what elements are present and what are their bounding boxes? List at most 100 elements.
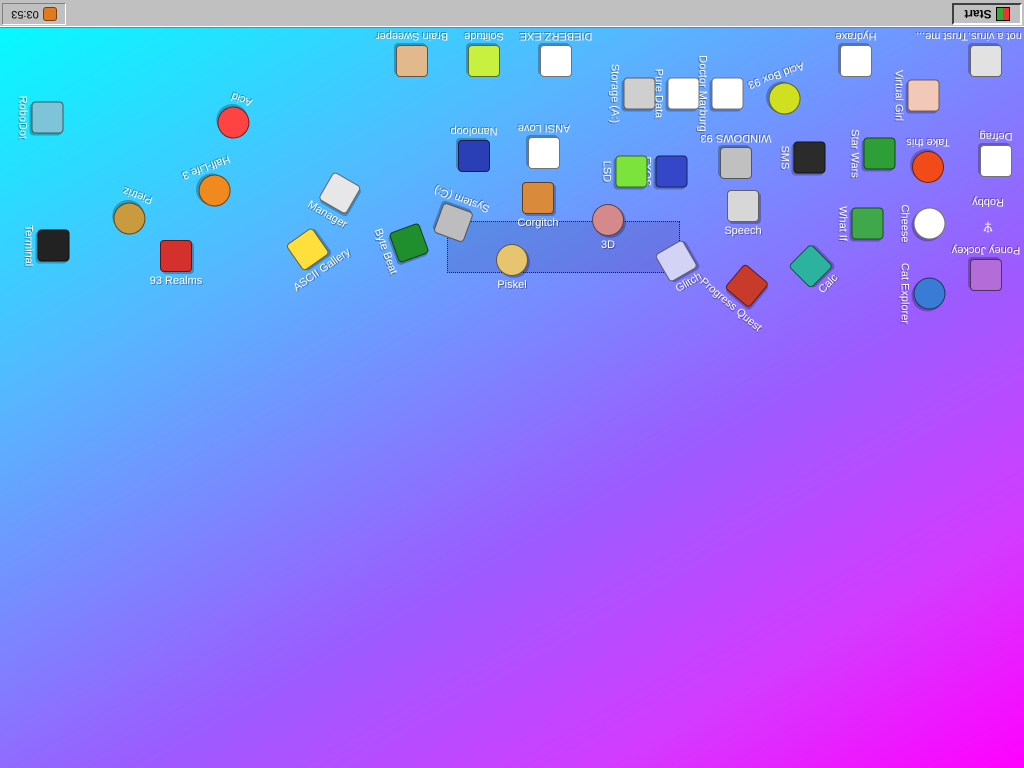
- desktop-icon-system-c[interactable]: System (C:): [414, 181, 498, 250]
- start-label: Start: [964, 7, 992, 21]
- desktop-icon-defrag[interactable]: Defrag: [960, 130, 1024, 177]
- icon-label: 93 Realms: [149, 275, 203, 287]
- desktop-icon-virtual-girl[interactable]: Virtual Girl: [893, 60, 940, 132]
- desktop-icon-acid-box[interactable]: Acid Box 93: [740, 57, 824, 126]
- desktop-icon-ansi-love[interactable]: ANSI Love: [508, 122, 580, 169]
- desktop-icon-fxos[interactable]: FXOS: [641, 136, 688, 208]
- solitude-icon: [468, 45, 500, 77]
- desktop-icon-sms[interactable]: SMS: [779, 122, 826, 194]
- brain-face-icon: [396, 45, 428, 77]
- virus-icon: [970, 45, 1002, 77]
- mushroom-icon: [912, 151, 944, 183]
- lambda-icon: [194, 170, 236, 212]
- desktop-icon-star-wars[interactable]: Star Wars: [849, 118, 896, 190]
- system-tray: 03:53: [2, 3, 66, 25]
- icon-label: RoboDot: [16, 95, 29, 140]
- document-icon: [540, 45, 572, 77]
- icon-label: Speech: [724, 225, 762, 237]
- cookie-icon: [108, 198, 150, 240]
- icon-label: Solitude: [464, 30, 504, 42]
- cube-icon: [655, 155, 688, 188]
- icon-label: WINDOWS 93: [700, 132, 772, 144]
- desktop-icon-pure-data[interactable]: Pure Data: [653, 58, 700, 130]
- desktop-icon-robby[interactable]: ♆ Robby: [952, 196, 1024, 243]
- desktop-icon-acid[interactable]: Acid: [194, 81, 278, 150]
- desktop-icon-cat-explorer[interactable]: Cat Explorer: [899, 258, 946, 330]
- icon-label: Terminal: [22, 224, 35, 267]
- phone-icon: [793, 141, 826, 174]
- cat-icon: [913, 207, 946, 240]
- palette-icon: [496, 244, 528, 276]
- desktop-icon-cheese[interactable]: Cheese: [899, 188, 946, 260]
- clock: 03:53: [11, 8, 39, 20]
- taskbar: 03:53 Start: [0, 0, 1024, 28]
- desktop-icon-dieberz[interactable]: DIEBERZ.EXE: [520, 30, 592, 77]
- pure-data-icon: [667, 77, 700, 110]
- desktop-icon-hydraxe[interactable]: Hydraxe: [820, 30, 892, 77]
- desktop-icon-3d[interactable]: 3D: [572, 204, 644, 251]
- volume-icon[interactable]: [42, 7, 57, 21]
- icon-label: Poney Jockey: [951, 244, 1021, 256]
- hydraxe-icon: [840, 45, 872, 77]
- icon-label: What If: [836, 206, 849, 241]
- doctor-icon: [711, 77, 744, 110]
- knight-icon: [160, 240, 192, 272]
- icon-label: Take this: [906, 136, 950, 148]
- icon-label: Cheese: [898, 204, 911, 243]
- smiley-icon: [764, 78, 806, 120]
- icon-label: Defrag: [979, 130, 1013, 142]
- desktop-icon-corgitch[interactable]: Corgitch: [502, 182, 574, 229]
- face-icon: [907, 79, 940, 112]
- icon-label: DIEBERZ.EXE: [519, 30, 593, 42]
- desktop-icon-terminal[interactable]: Terminal: [23, 210, 70, 282]
- icon-label: Star Wars: [848, 129, 861, 178]
- nanoloop-icon: [458, 140, 490, 172]
- desktop-icon-pietriz[interactable]: Pietriz: [90, 177, 174, 246]
- icon-label: Brain Sweeper: [375, 30, 449, 42]
- icon-label: Corgitch: [517, 217, 559, 229]
- desktop-icon-manager[interactable]: Manager: [293, 161, 379, 238]
- teapot-icon: [592, 204, 624, 236]
- desktop-icon-half-life[interactable]: Half-Life 3: [170, 149, 254, 218]
- speech-face-icon: [727, 190, 759, 222]
- icon-label: Storage (A:): [608, 63, 621, 124]
- icon-label: SMS: [778, 145, 791, 170]
- desktop-icon-piskel[interactable]: Piskel: [476, 244, 548, 291]
- icon-label: Robby: [972, 196, 1004, 208]
- desktop-icon-windows93[interactable]: WINDOWS 93: [700, 132, 772, 179]
- desktop-icon-lsd[interactable]: LSD: [601, 136, 648, 208]
- terminal-icon: [37, 229, 70, 262]
- lsd-icon: [615, 155, 648, 188]
- yoda-icon: [863, 137, 896, 170]
- icon-label: Hydraxe: [835, 30, 877, 42]
- desktop-icon-take-this[interactable]: Take this: [892, 136, 964, 183]
- ansi-love-icon: [528, 137, 560, 169]
- corgi-icon: [522, 182, 554, 214]
- icon-label: Totally not a virus.Trust me...: [915, 30, 1024, 42]
- desktop-icon-totally-not-a-virus[interactable]: Totally not a virus.Trust me...: [916, 30, 1024, 77]
- icon-label: ANSI Love: [517, 122, 571, 134]
- icon-label: Nanoloop: [450, 125, 498, 137]
- desktop-icon-solitude[interactable]: Solitude: [448, 30, 520, 77]
- icon-label: Piskel: [497, 279, 527, 291]
- desktop-icon-storage[interactable]: Storage (A:): [609, 58, 656, 130]
- floppy-drive-icon: [623, 77, 656, 110]
- icon-label: Cat Explorer: [898, 262, 911, 325]
- start-logo-icon: [995, 7, 1010, 21]
- desktop-icon-speech[interactable]: Speech: [707, 190, 779, 237]
- windows93-icon: [720, 147, 752, 179]
- start-button[interactable]: Start: [952, 3, 1022, 25]
- desktop-icon-brain-sweeper[interactable]: Brain Sweeper: [376, 30, 448, 77]
- drive-icon: [432, 202, 474, 244]
- icon-label: Virtual Girl: [892, 69, 905, 122]
- icon-label: 3D: [600, 239, 616, 251]
- desktop-icon-nanoloop[interactable]: Nanoloop: [438, 125, 510, 172]
- robodot-icon: [31, 101, 64, 134]
- desktop-icon-robodot[interactable]: RoboDot: [17, 82, 64, 154]
- desktop-icon-poney-jockey[interactable]: Poney Jockey: [950, 244, 1022, 291]
- icon-label: LSD: [600, 160, 613, 183]
- defrag-icon: [980, 145, 1012, 177]
- desktop-icon-doctor-marburg[interactable]: Doctor Marburg: [697, 55, 744, 132]
- desktop-icon-93-realms[interactable]: 93 Realms: [140, 240, 212, 287]
- pony-icon: [970, 259, 1002, 291]
